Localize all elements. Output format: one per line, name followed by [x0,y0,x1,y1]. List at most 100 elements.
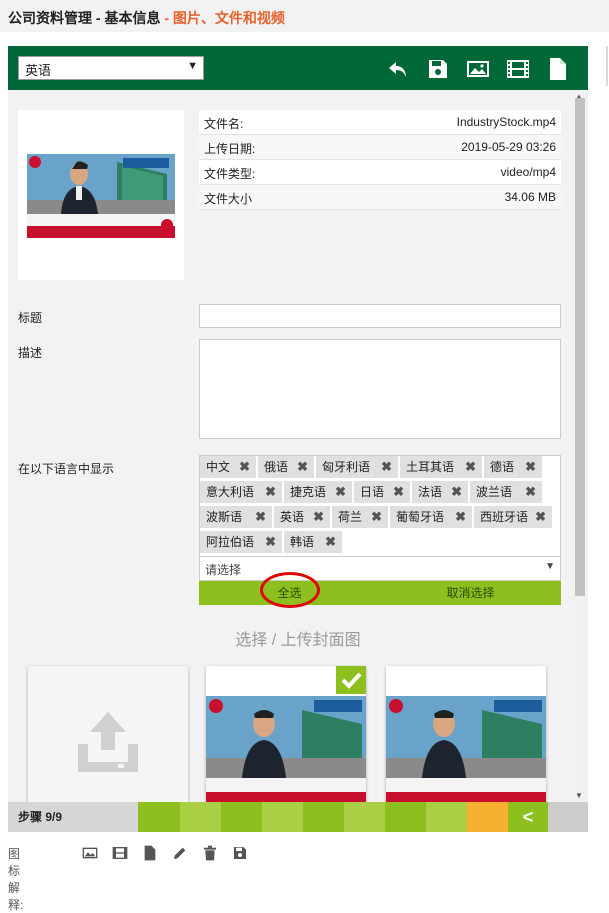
image-icon[interactable] [466,57,490,81]
video-thumbnail [18,110,184,280]
step-segment[interactable] [303,802,344,832]
scrollbar-thumb[interactable] [575,98,585,596]
remove-icon[interactable]: ✖ [313,506,324,528]
tag-label: 土耳其语 [406,460,455,474]
language-tags: 中文 ✖ 俄语 ✖ 匈牙利语 ✖ 土耳其语 ✖ 德语 ✖ 意大利语 ✖ 捷克语 ✖ 日语 ✖ 法… [199,455,561,557]
tag-label: 中文 [206,460,231,474]
video-frame [27,154,175,238]
cover-image [386,696,546,802]
remove-icon[interactable]: ✖ [335,481,346,503]
language-tag[interactable]: 中文 ✖ [200,456,256,478]
upload-date-label: 上传日期: [204,142,256,156]
tag-label: 俄语 [264,460,289,474]
scroll-down-icon[interactable]: ▼ [575,791,583,800]
cover-option[interactable] [386,666,546,802]
tag-label: 阿拉伯语 [206,535,255,549]
language-tag[interactable]: 波斯语 ✖ [200,506,272,528]
language-tag[interactable]: 西班牙语 ✖ [474,506,552,528]
language-add-select[interactable]: 请选择 ▼ [199,557,561,581]
remove-icon[interactable]: ✖ [255,506,266,528]
remove-icon[interactable]: ✖ [465,456,476,478]
cover-option-selected[interactable] [206,666,366,802]
language-tag[interactable]: 法语 ✖ [412,481,468,503]
language-tag[interactable]: 葡萄牙语 ✖ [390,506,472,528]
remove-icon[interactable]: ✖ [393,481,404,503]
language-tag[interactable]: 俄语 ✖ [258,456,314,478]
undo-icon[interactable] [386,57,410,81]
remove-icon[interactable]: ✖ [525,456,536,478]
upload-date-row: 上传日期: 2019-05-29 03:26 [199,135,561,160]
file-info-table: 文件名: IndustryStock.mp4 上传日期: 2019-05-29 03… [199,110,561,210]
language-tag[interactable]: 匈牙利语 ✖ [316,456,398,478]
step-segment[interactable] [344,802,385,832]
remove-icon[interactable]: ✖ [455,506,466,528]
select-placeholder: 请选择 [205,563,242,577]
step-segment[interactable] [221,802,262,832]
remove-icon[interactable]: ✖ [265,531,276,553]
step-segment[interactable] [180,802,221,832]
deselect-all-button[interactable]: 取消选择 [380,581,561,605]
film-icon [112,847,128,859]
cover-section-title: 选择 / 上传封面图 [235,632,361,649]
tag-label: 西班牙语 [480,510,529,524]
file-type-label: 文件类型: [204,167,256,181]
document-icon[interactable] [546,57,570,81]
tag-label: 英语 [280,510,305,524]
page-subtitle: - 图片、文件和视频 [164,10,285,26]
tag-label: 波兰语 [476,485,513,499]
language-tag[interactable]: 韩语 ✖ [284,531,342,553]
film-icon[interactable] [506,57,530,81]
title-input[interactable] [199,304,561,328]
selected-check [336,666,366,694]
remove-icon[interactable]: ✖ [381,456,392,478]
title-label: 标题 [18,311,43,325]
check-icon [341,672,362,689]
remove-icon[interactable]: ✖ [325,531,336,553]
remove-icon[interactable]: ✖ [297,456,308,478]
language-tag[interactable]: 捷克语 ✖ [284,481,352,503]
tag-label: 捷克语 [290,485,327,499]
toolbar: 英语 ▼ [8,46,588,90]
scrollbar[interactable]: ▲ ▼ [572,90,588,802]
upload-date-value: 2019-05-29 03:26 [461,140,556,154]
step-segment[interactable] [385,802,426,832]
language-tag[interactable]: 阿拉伯语 ✖ [200,531,282,553]
description-label: 描述 [18,346,43,360]
back-arrow-icon[interactable]: < [508,802,548,832]
page-title: 公司资料管理 - 基本信息 - 图片、文件和视频 [8,10,285,26]
remove-icon[interactable]: ✖ [451,481,462,503]
remove-icon[interactable]: ✖ [239,456,250,478]
language-select[interactable]: 英语 ▼ [18,56,204,80]
file-name-value: IndustryStock.mp4 [456,115,556,129]
remove-icon[interactable]: ✖ [265,481,276,503]
save-icon[interactable] [426,57,450,81]
description-textarea[interactable] [199,339,561,439]
tag-label: 德语 [490,460,515,474]
language-tag[interactable]: 土耳其语 ✖ [400,456,482,478]
language-tag[interactable]: 英语 ✖ [274,506,330,528]
tag-label: 韩语 [290,535,315,549]
divider [606,46,608,86]
cover-image-art [386,696,546,802]
remove-icon[interactable]: ✖ [371,506,382,528]
language-tag[interactable]: 荷兰 ✖ [332,506,388,528]
step-segment[interactable] [426,802,467,832]
cover-image [206,696,366,802]
step-segment[interactable] [262,802,303,832]
remove-icon[interactable]: ✖ [525,481,536,503]
language-tag[interactable]: 德语 ✖ [484,456,542,478]
language-tag[interactable]: 日语 ✖ [354,481,410,503]
document-icon [144,845,156,861]
step-segment[interactable] [138,802,180,832]
upload-cover-card[interactable] [28,666,188,802]
step-segment-current[interactable] [467,802,508,832]
remove-icon[interactable]: ✖ [535,506,546,528]
tag-label: 日语 [360,485,385,499]
select-actions: 全选 取消选择 [199,581,561,605]
file-name-label: 文件名: [204,117,244,131]
language-tag[interactable]: 波兰语 ✖ [470,481,542,503]
language-tag[interactable]: 意大利语 ✖ [200,481,282,503]
media-panel: 英语 ▼ ▲ ▼ 文件名: IndustryStock.mp4 上传日期: 20… [8,46,588,802]
file-size-value: 34.06 MB [504,190,556,204]
file-size-row: 文件大小 34.06 MB [199,185,561,210]
